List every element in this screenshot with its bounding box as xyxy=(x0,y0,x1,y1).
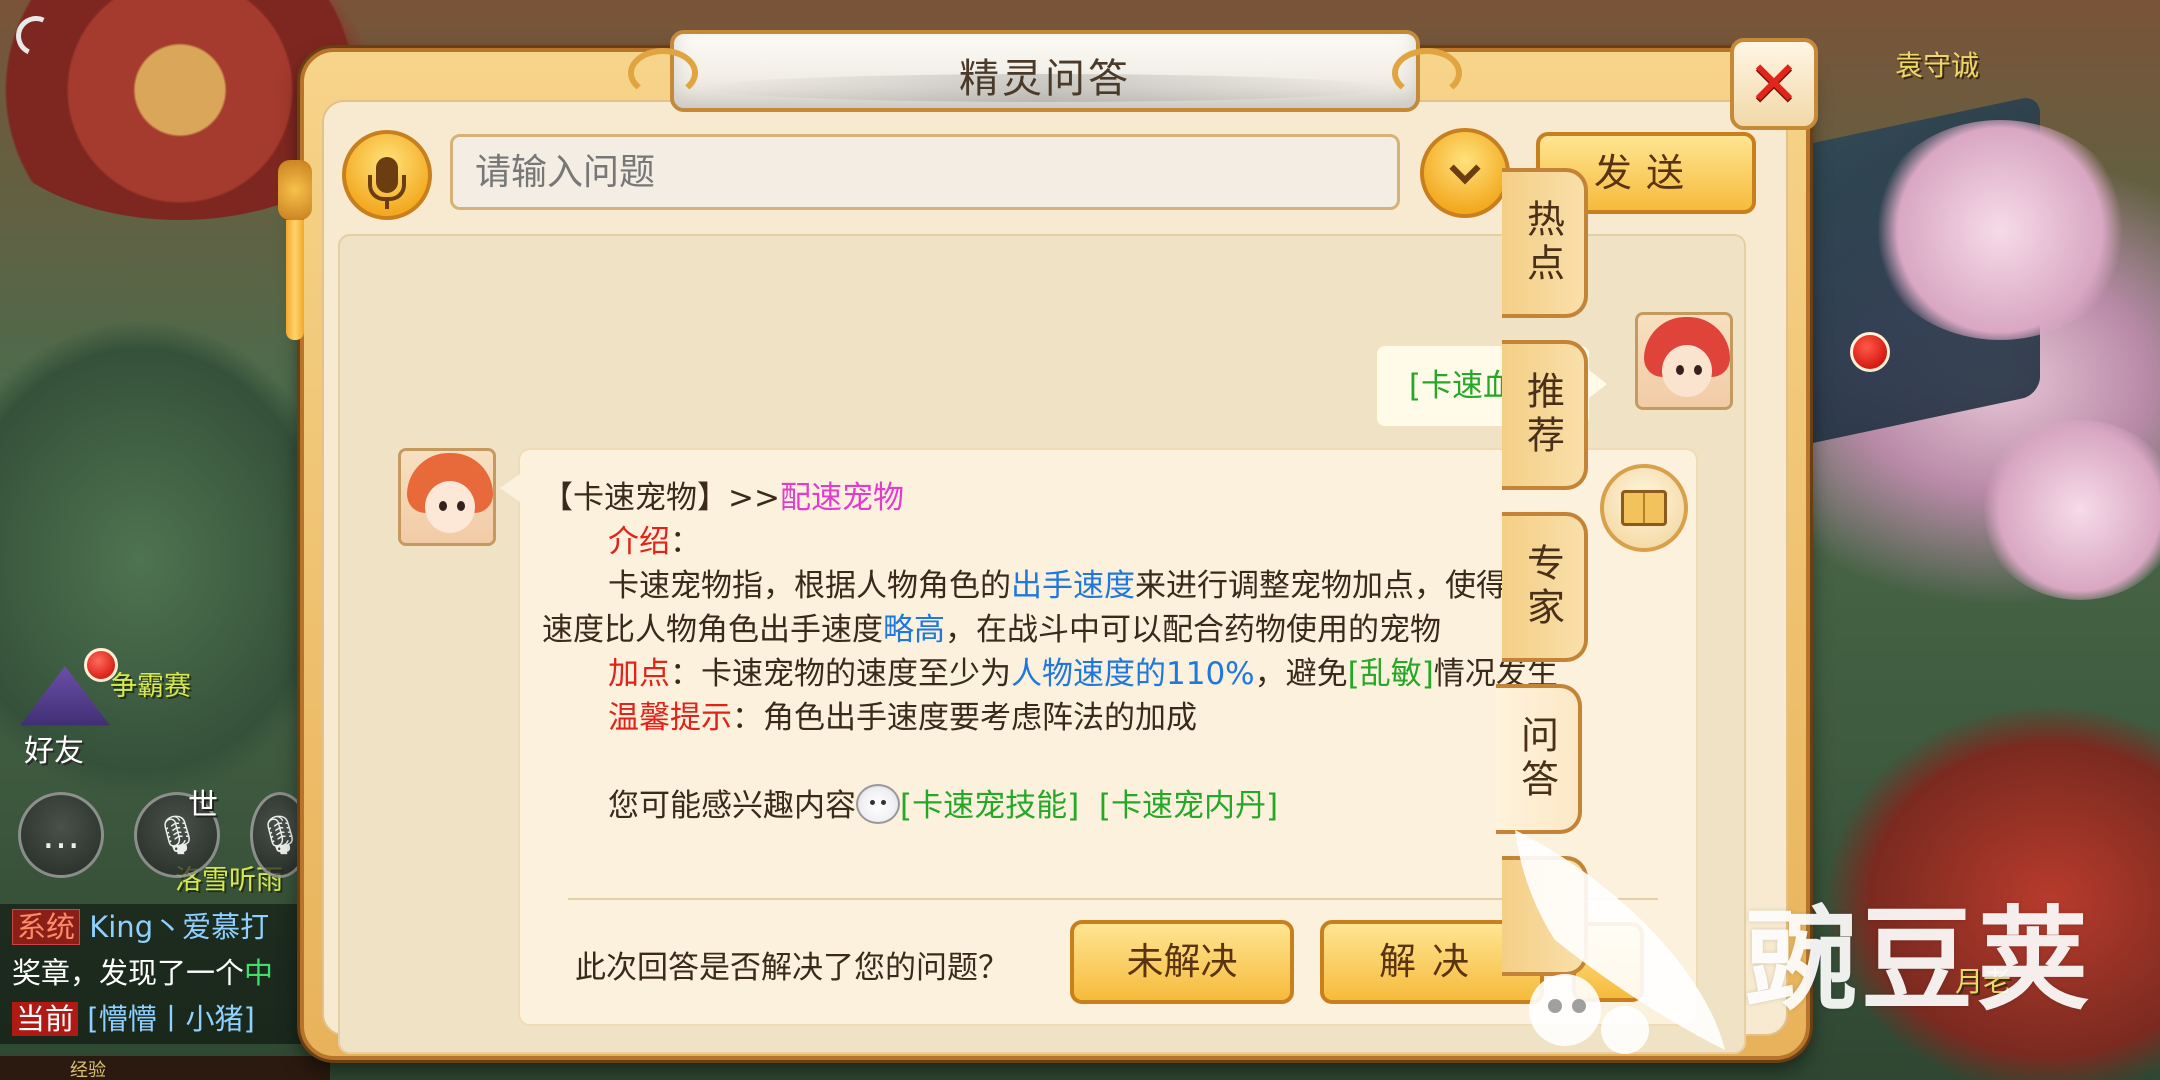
history-dropdown-button[interactable] xyxy=(1420,128,1510,218)
microphone-icon xyxy=(368,157,406,209)
colon: ： xyxy=(732,700,763,736)
colon: ： xyxy=(670,656,701,692)
tab-expert[interactable]: 专家 xyxy=(1502,512,1588,662)
points-label: 加点 xyxy=(608,656,670,692)
related-topic-link[interactable]: 配速宠物 xyxy=(780,480,904,516)
cherry-blossom-tree xyxy=(1870,120,2130,340)
voice-input-button[interactable] xyxy=(342,130,432,220)
intro-text: ，在战斗中可以配合药物使用的宠物 xyxy=(945,612,1441,648)
question-input[interactable] xyxy=(450,134,1400,210)
chevron-down-icon xyxy=(1449,153,1481,185)
pig-emoji-icon xyxy=(856,784,900,824)
experience-bar: 经验 xyxy=(0,1056,330,1080)
notification-dot-icon xyxy=(84,648,118,682)
player-name-label[interactable]: 争霸赛 xyxy=(110,664,191,703)
title-plate: 精灵问答 xyxy=(628,30,1462,112)
chat-line: 奖章，发现了一个中 xyxy=(0,950,310,996)
tip-label: 温馨提示 xyxy=(608,700,732,736)
experience-label: 经验 xyxy=(70,1060,106,1080)
tab-qa[interactable]: 问答 xyxy=(1496,684,1582,834)
notification-dot-icon xyxy=(1850,332,1890,372)
chat-highlight: 中 xyxy=(244,956,274,990)
keyword-link[interactable]: 人物速度的110% xyxy=(1011,656,1255,692)
channel-tag: 系统 xyxy=(12,909,81,945)
unsolved-button[interactable]: 未解决 xyxy=(1070,920,1294,1004)
tab-more[interactable] xyxy=(1502,856,1588,976)
keyword-link[interactable]: [乱敏] xyxy=(1348,656,1434,692)
divider xyxy=(568,898,1658,900)
answer-heading-prefix: 【卡速宠物】>> xyxy=(542,480,780,516)
close-icon: ✕ xyxy=(1748,47,1800,120)
feedback-question: 此次回答是否解决了您的问题？ xyxy=(575,950,1009,986)
tassel-ornament-icon xyxy=(278,90,312,350)
npc-name-label[interactable]: 月老 xyxy=(1955,960,2011,1000)
tab-hot[interactable]: 热点 xyxy=(1502,168,1588,318)
intro-text: 速度比人物角色出手速度 xyxy=(542,612,883,648)
colon: ： xyxy=(670,524,701,560)
guide-book-button[interactable] xyxy=(1600,464,1688,552)
chat-bubble-button[interactable]: … xyxy=(18,792,104,878)
spirit-avatar xyxy=(398,448,496,546)
related-label: 您可能感兴趣内容 xyxy=(608,788,856,824)
related-topic-link[interactable]: [卡速宠内丹] xyxy=(1099,788,1278,824)
points-text: ，避免 xyxy=(1254,656,1348,692)
tip-text: 角色出手速度要考虑阵法的加成 xyxy=(763,700,1197,736)
user-avatar xyxy=(1635,312,1733,410)
related-topic-link[interactable]: [卡速宠技能] xyxy=(900,788,1079,824)
npc-name-label[interactable]: 袁守诚 xyxy=(1895,44,1979,84)
intro-label: 介绍 xyxy=(608,524,670,560)
dialog-title: 精灵问答 xyxy=(959,56,1131,102)
chat-text: King丶爱慕打 xyxy=(89,910,270,944)
chat-log[interactable]: 系统 King丶爱慕打 奖章，发现了一个中 当前 [懵懵丨小猪] xyxy=(0,904,310,1044)
keyword-link[interactable]: 出手速度 xyxy=(1011,568,1135,604)
chat-text: 奖章，发现了一个 xyxy=(12,956,245,990)
microphone-icon: 🎙 xyxy=(255,812,305,857)
friends-label: 好友 xyxy=(24,734,84,769)
cherry-blossom-tree xyxy=(1980,420,2160,600)
chat-line: 当前 [懵懵丨小猪] xyxy=(0,996,310,1042)
tab-recommend[interactable]: 推荐 xyxy=(1502,340,1588,490)
book-icon xyxy=(1621,490,1667,526)
close-button[interactable]: ✕ xyxy=(1730,38,1818,130)
chat-line: 系统 King丶爱慕打 xyxy=(0,904,310,950)
channel-tag: 当前 xyxy=(12,1002,79,1036)
points-text: 卡速宠物的速度至少为 xyxy=(701,656,1011,692)
world-channel-label: 世 xyxy=(188,788,218,823)
chat-bubble-icon: … xyxy=(42,813,80,857)
chat-text: [懵懵丨小猪] xyxy=(87,1002,255,1036)
keyword-link[interactable]: 略高 xyxy=(883,612,945,648)
intro-text: 卡速宠物指，根据人物角色的 xyxy=(608,568,1011,604)
